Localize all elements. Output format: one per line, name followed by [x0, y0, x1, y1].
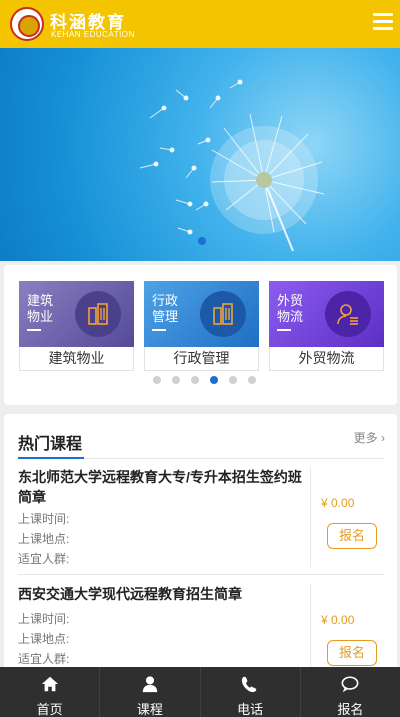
pagination-dot[interactable]	[153, 376, 161, 384]
course-place-label: 上课地点:	[18, 532, 70, 546]
pagination-dot[interactable]	[191, 376, 199, 384]
course-time-label: 上课时间:	[18, 612, 70, 626]
tab-courses[interactable]: 课程	[100, 667, 201, 717]
building-icon	[75, 291, 121, 337]
more-link[interactable]: 更多 ›	[354, 429, 385, 446]
tab-label: 报名	[337, 702, 364, 717]
category-label: 外贸物流	[269, 347, 384, 371]
building-icon	[200, 291, 246, 337]
user-icon	[142, 676, 158, 693]
tab-label: 首页	[36, 702, 63, 717]
tab-label: 电话	[237, 702, 264, 717]
pagination-dot[interactable]	[229, 376, 237, 384]
tab-label: 课程	[136, 702, 163, 717]
category-item-construction[interactable]: 建筑物业 建筑物业	[19, 281, 134, 371]
category-thumbnail-title: 建筑物业	[27, 293, 57, 331]
person-list-icon	[325, 291, 371, 337]
signup-button[interactable]: 报名	[327, 523, 377, 549]
pagination-dot-active[interactable]	[210, 376, 218, 384]
course-time-label: 上课时间:	[18, 512, 70, 526]
course-title[interactable]: 东北师范大学远程教育大专/专升本招生签约班简章	[18, 467, 303, 507]
category-pagination	[153, 376, 267, 384]
more-link-label: 更多	[353, 431, 378, 445]
tab-home[interactable]: 首页	[0, 667, 101, 717]
home-icon	[41, 676, 58, 692]
chat-icon	[341, 676, 359, 693]
category-label: 建筑物业	[19, 347, 134, 371]
category-item-administration[interactable]: 行政管理 行政管理	[144, 281, 259, 371]
signup-button[interactable]: 报名	[327, 640, 377, 666]
category-thumbnail: 建筑物业	[19, 281, 134, 347]
top-header: 科涵教育 KEHAN EDUCATION	[0, 0, 400, 48]
tab-phone[interactable]: 电话	[201, 667, 301, 717]
course-price: ¥ 0.00	[321, 496, 355, 510]
hamburger-menu-icon[interactable]	[373, 13, 393, 31]
course-divider	[18, 574, 384, 575]
category-thumbnail-title: 行政管理	[152, 293, 182, 331]
course-audience-label: 适宜人群:	[18, 552, 70, 566]
category-item-trade-logistics[interactable]: 外贸物流 外贸物流	[269, 281, 384, 371]
hot-courses-panel: 热门课程 更多 › 东北师范大学远程教育大专/专升本招生签约班简章 上课时间: …	[4, 414, 397, 674]
logo-emblem[interactable]	[10, 7, 44, 41]
section-title-underline	[18, 457, 84, 459]
course-title[interactable]: 西安交通大学现代远程教育招生简章	[18, 584, 303, 604]
pagination-dot[interactable]	[248, 376, 256, 384]
section-title: 热门课程	[18, 436, 83, 453]
course-place-label: 上课地点:	[18, 632, 70, 646]
dandelion-image	[139, 79, 325, 252]
hero-banner[interactable]	[0, 48, 400, 261]
category-label: 行政管理	[144, 347, 259, 371]
course-column-divider	[310, 584, 311, 674]
course-audience-label: 适宜人群:	[18, 652, 70, 666]
bottom-tab-bar: 首页 课程 电话 报名	[0, 667, 400, 717]
chevron-right-icon: ›	[377, 431, 385, 445]
category-thumbnail: 外贸物流	[269, 281, 384, 347]
pagination-dot[interactable]	[172, 376, 180, 384]
category-thumbnail-title: 外贸物流	[277, 293, 307, 331]
brand-name-english: KEHAN EDUCATION	[51, 30, 135, 39]
course-column-divider	[310, 467, 311, 567]
category-thumbnail: 行政管理	[144, 281, 259, 347]
tab-signup[interactable]: 报名	[301, 667, 400, 717]
banner-pagination-dot[interactable]	[198, 237, 206, 245]
course-price: ¥ 0.00	[321, 613, 355, 627]
phone-icon	[242, 676, 257, 693]
